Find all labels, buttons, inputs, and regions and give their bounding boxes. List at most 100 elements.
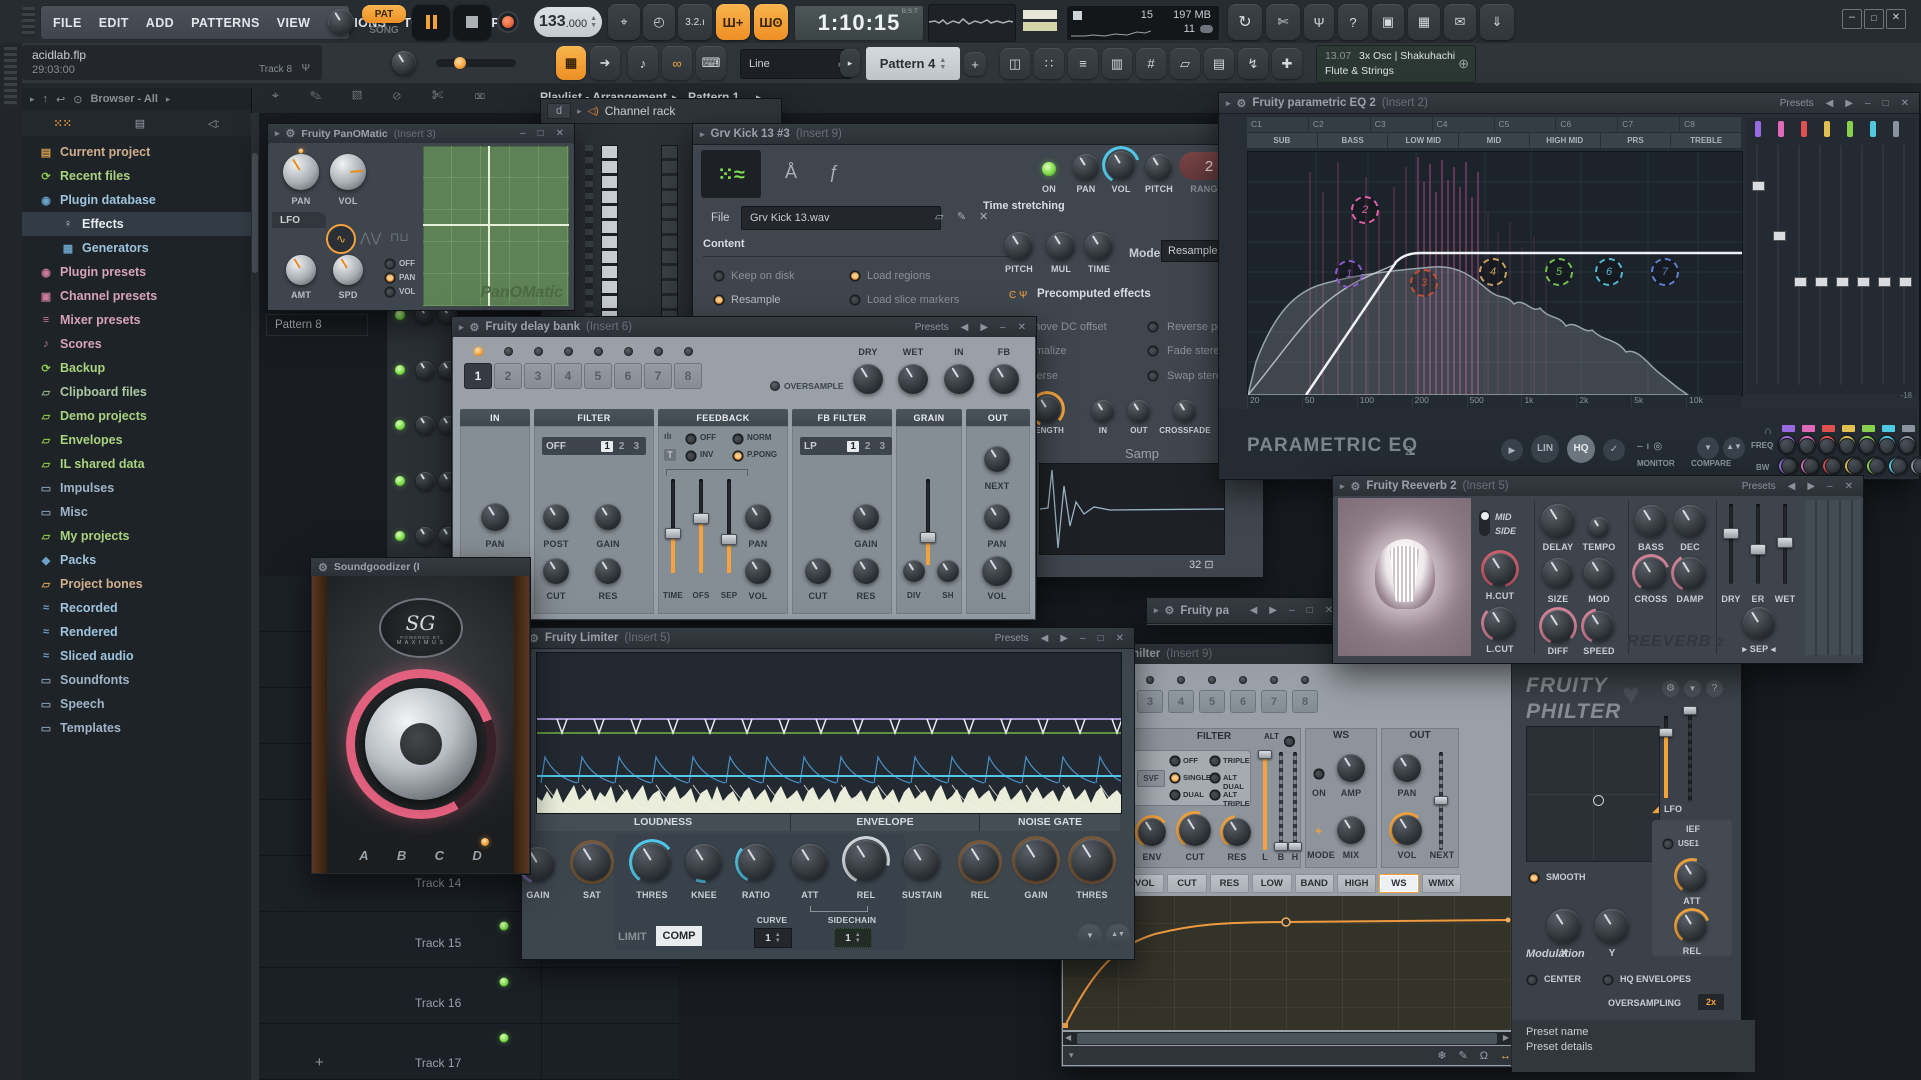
filter-off-radio[interactable] (1170, 756, 1181, 767)
close-icon[interactable]: ✕ (1842, 481, 1856, 492)
filter-post-knob[interactable] (543, 504, 569, 530)
band-freq-knob[interactable] (1839, 436, 1855, 454)
browser-tab-audio-icon[interactable]: ⁙⁙ (53, 117, 71, 130)
browser-item[interactable]: ≡ Mixer presets (22, 308, 251, 332)
curve-scrollbar[interactable]: ◀ ▶ (1063, 1032, 1511, 1045)
delay-tab[interactable]: 4 (554, 347, 582, 389)
fb-filter-pole-3[interactable]: 3 (876, 441, 888, 452)
band-bw-knob[interactable] (1845, 458, 1863, 474)
typing-to-piano-button[interactable]: ∞ (662, 46, 692, 80)
lfo-amt-knob[interactable] (286, 255, 316, 285)
eq-display[interactable]: 1 2 3 4 5 6 7 (1247, 151, 1743, 396)
project-info-panel[interactable]: acidlab.flp 29:03:00 Track 8 Ψ (22, 45, 322, 80)
delay-tab-led[interactable] (594, 347, 603, 356)
alt-radio[interactable] (1284, 736, 1295, 747)
eq-band-cell[interactable]: HIGH MID (1530, 133, 1600, 148)
main-volume-slider[interactable] (436, 59, 516, 67)
minimized-title[interactable]: Fruity pa (1180, 605, 1229, 617)
toolbar-grip[interactable] (22, 7, 35, 37)
presets-label[interactable]: Presets (1739, 481, 1779, 492)
band-freq-knob[interactable] (1879, 436, 1895, 454)
ws-mix-knob[interactable] (1337, 816, 1365, 844)
eq-cc-cell[interactable]: C8 (1680, 117, 1741, 132)
song-button[interactable]: SONG (362, 25, 406, 36)
browser-item[interactable]: ▱ Envelopes (22, 428, 251, 452)
workspace-scrollbar[interactable] (251, 113, 259, 1080)
soundgoodizer-knob[interactable] (365, 688, 477, 800)
declick-crossfade-knob[interactable] (1174, 400, 1196, 422)
smooth-radio[interactable] (1529, 873, 1540, 884)
linear-phase-button[interactable]: LIN (1531, 435, 1559, 463)
mod-knob[interactable] (1584, 558, 1614, 588)
eq-band-cell[interactable]: LOW MID (1388, 133, 1458, 148)
limiter-sat-knob[interactable] (573, 843, 611, 881)
lfo-spd-knob[interactable] (333, 255, 363, 285)
browser-item[interactable]: ▦ Generators (22, 236, 251, 260)
band-freq-knob[interactable] (1859, 436, 1875, 454)
wet-knob[interactable] (898, 364, 928, 394)
mic-button[interactable]: Ψ (1304, 4, 1334, 40)
cross-knob[interactable] (1635, 557, 1667, 589)
band-bw-knob[interactable] (1801, 458, 1819, 474)
sampler-tab-envelope-icon[interactable]: Å (785, 162, 797, 183)
sep-slider[interactable] (727, 479, 731, 573)
oscilloscope[interactable] (928, 4, 1016, 42)
band-bw-knob[interactable] (1867, 458, 1885, 474)
precomputed-icons[interactable]: Ͼ Ψ (1009, 290, 1027, 301)
er-slider[interactable] (1756, 504, 1760, 584)
eq-cc-cell[interactable]: C4 (1433, 117, 1494, 132)
eq-fader-handle[interactable] (1773, 231, 1786, 241)
panomatic-vol-knob[interactable] (330, 154, 366, 190)
out-pan-knob[interactable] (984, 504, 1010, 530)
maximize-icon[interactable]: □ (535, 128, 547, 139)
filter-cut-knob[interactable] (543, 558, 569, 584)
collapse-icon[interactable]: ▸ (459, 322, 464, 333)
preset-name[interactable]: Preset name (1526, 1026, 1755, 1038)
wet-slider[interactable] (1783, 504, 1787, 584)
env-rel-knob[interactable] (846, 840, 886, 880)
filter-single-radio[interactable] (1170, 773, 1181, 784)
philter-target-tab[interactable]: CUT (1167, 874, 1206, 893)
delay-tab-led[interactable] (624, 347, 633, 356)
delay-tab-led[interactable] (504, 347, 513, 356)
browser-item[interactable]: ▭ Misc (22, 500, 251, 524)
eq-cc-cell[interactable]: C3 (1371, 117, 1432, 132)
limit-tab[interactable]: LIMIT (618, 931, 647, 943)
snap-selector[interactable]: Line ▸ (740, 49, 852, 79)
stretch-time-knob[interactable] (1085, 232, 1113, 260)
window-minimize[interactable]: – (1842, 9, 1862, 29)
time-display[interactable]: B:S:T 1:10:15 (794, 5, 924, 41)
sep-knob[interactable] (1743, 607, 1775, 639)
cut-knob[interactable] (1179, 814, 1211, 846)
browser-item[interactable]: ▱ Clipboard files (22, 380, 251, 404)
channel-pan-knob[interactable] (416, 361, 434, 379)
tempo-display[interactable]: 133.000 ▲▼ (534, 7, 602, 37)
browser-item[interactable]: ⟳ Recent files (22, 164, 251, 188)
sampler-tab-misc-icon[interactable]: ƒ (829, 162, 839, 183)
delay-tab-button[interactable]: 5 (584, 363, 612, 389)
env-att-knob[interactable] (792, 844, 828, 880)
presets-label[interactable]: Presets (912, 322, 952, 333)
collapse-icon[interactable]: ▸ (30, 94, 35, 105)
export-button[interactable]: ⇓ (1480, 4, 1514, 40)
menu-item[interactable]: VIEW (277, 16, 311, 30)
window-maximize[interactable]: □ (1864, 9, 1884, 29)
minimize-icon[interactable]: – (997, 322, 1009, 333)
fb-filter-pole-1[interactable]: 1 (847, 441, 859, 452)
band-freq-knob[interactable] (1899, 436, 1915, 454)
eq-band-cell[interactable]: PRS (1601, 133, 1671, 148)
channel-on-led[interactable] (1042, 162, 1056, 176)
playlist-position[interactable] (1018, 4, 1062, 40)
philter-tab-button[interactable]: 8 (1292, 690, 1318, 713)
delay-tab-button[interactable]: 6 (614, 363, 642, 389)
grain-slider[interactable] (926, 479, 930, 565)
menu-item[interactable]: EDIT (99, 16, 129, 30)
save-button[interactable]: ▣ (1372, 4, 1404, 40)
sg-preset-button[interactable]: C (435, 848, 444, 863)
ief-rel-knob[interactable] (1677, 911, 1707, 941)
tempo-stepper[interactable]: ▲▼ (590, 15, 597, 29)
gate-thres-knob[interactable] (1071, 839, 1113, 881)
menu-item[interactable]: ADD (146, 16, 174, 30)
shuffle-knob[interactable] (328, 9, 354, 35)
minimize-icon[interactable]: – (1824, 481, 1836, 492)
